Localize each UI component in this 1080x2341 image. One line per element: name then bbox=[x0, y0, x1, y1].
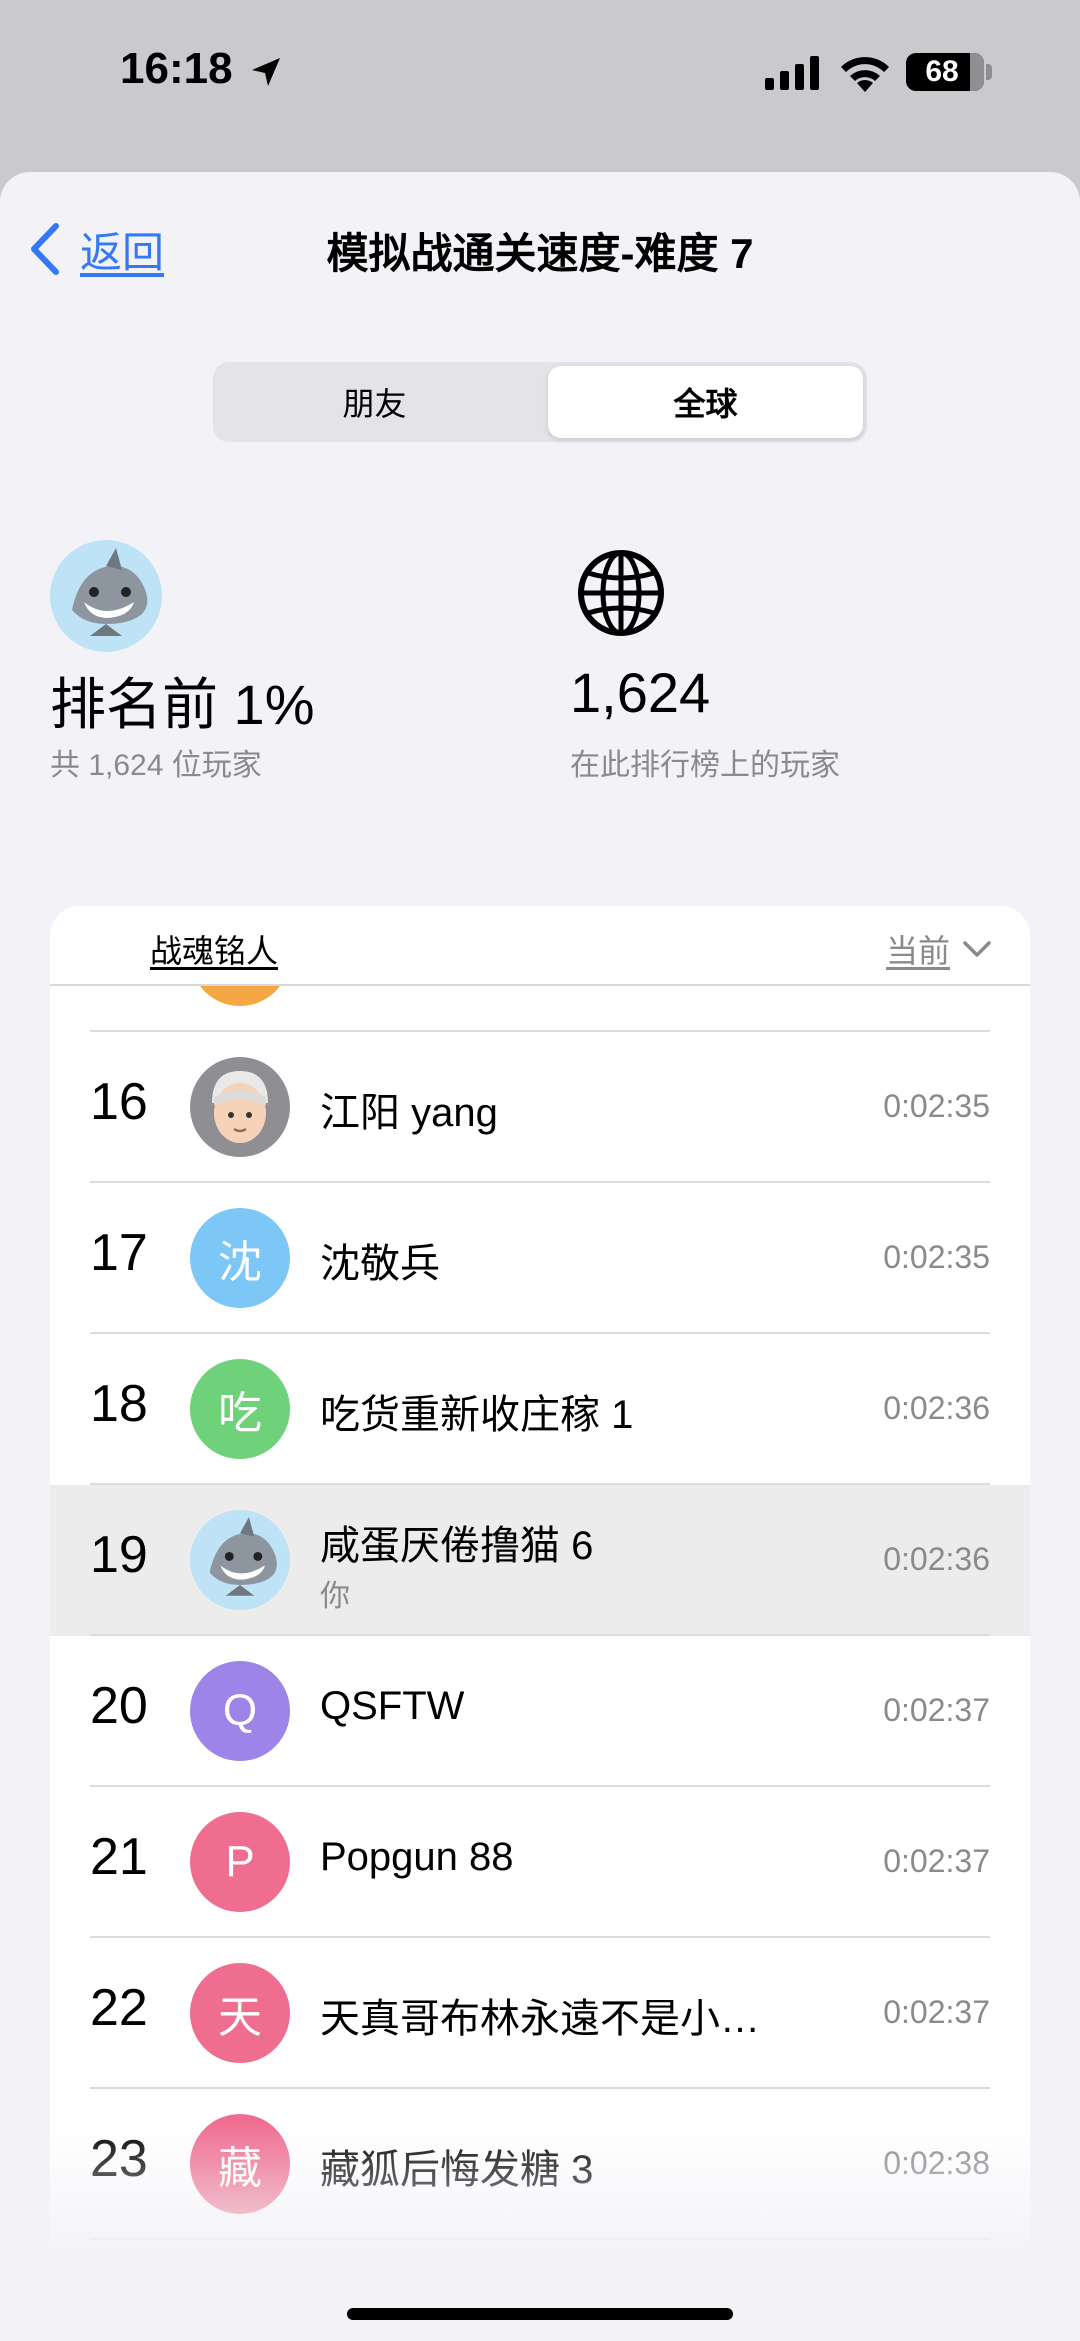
rank-percentile: 排名前 1% bbox=[50, 673, 315, 736]
row-rank: 16 bbox=[90, 1073, 148, 1131]
leaderboard-row[interactable]: 23 藏 藏狐后悔发糖 3 0:02:38 bbox=[50, 2089, 1030, 2240]
avatar-initial: 吃 bbox=[218, 1389, 262, 1438]
avatar-initial: P bbox=[225, 1837, 255, 1886]
row-rank: 17 bbox=[90, 1224, 148, 1282]
row-rank: 18 bbox=[90, 1375, 148, 1433]
player-time: 0:02:35 bbox=[883, 1239, 990, 1275]
location-arrow-icon bbox=[252, 58, 280, 86]
battery-cap bbox=[986, 64, 992, 80]
leaderboard-row-current-player[interactable]: 19 咸蛋厌倦撸猫 6 你 0:02:36 bbox=[50, 1485, 1030, 1636]
row-rank: 22 bbox=[90, 1979, 148, 2037]
shark-avatar-icon bbox=[209, 1517, 277, 1596]
scope-segmented-control: 朋友 全球 bbox=[213, 362, 867, 442]
leaderboard-row[interactable]: 21 P Popgun 88 0:02:37 bbox=[50, 1787, 1030, 1938]
status-bar: 16:18 68 bbox=[0, 0, 1080, 150]
time-filter-label: 当前 bbox=[885, 933, 950, 969]
page-title: 模拟战通关速度-难度 7 bbox=[326, 230, 754, 277]
player-avatar: 吃 bbox=[190, 1359, 290, 1459]
battery-icon: 68 bbox=[906, 53, 984, 91]
navigation-bar: 返回 模拟战通关速度-难度 7 bbox=[0, 172, 1080, 312]
player-avatar: 天 bbox=[190, 1963, 290, 2063]
player-name: Popgun 88 bbox=[320, 1835, 514, 1879]
avatar-initial: 藏 bbox=[218, 2144, 262, 2193]
leaderboard-row[interactable]: 18 吃 吃货重新收庄稼 1 0:02:36 bbox=[50, 1334, 1030, 1485]
player-time: 0:02:36 bbox=[883, 1541, 990, 1577]
time-filter-button[interactable]: 当前 bbox=[886, 926, 992, 972]
cellular-signal-icon bbox=[765, 56, 819, 90]
player-avatar: 沈 bbox=[190, 1208, 290, 1308]
avatar-initial: 沈 bbox=[218, 1238, 262, 1287]
player-time: 0:02:37 bbox=[883, 1843, 990, 1879]
row-rank: 23 bbox=[90, 2130, 148, 2188]
leaderboard-row[interactable]: 16 江阳 yang 0:02:35 bbox=[50, 1032, 1030, 1183]
player-name: 咸蛋厌倦撸猫 6 bbox=[320, 1524, 594, 1568]
status-time: 16:18 bbox=[120, 44, 233, 93]
leaderboard-row[interactable]: 17 沈 沈敬兵 0:02:35 bbox=[50, 1183, 1030, 1334]
player-count-label: 在此排行榜上的玩家 bbox=[570, 749, 840, 782]
player-avatar: P bbox=[190, 1812, 290, 1912]
globe-icon bbox=[578, 550, 664, 636]
leaderboard-list: 战魂铭人 当前 15鳄鳄鱼来上课 20:02:3516江阳 yang0:02:3… bbox=[50, 906, 1030, 2341]
player-avatar bbox=[190, 1057, 290, 1157]
game-title-link[interactable]: 战魂铭人 bbox=[150, 926, 278, 972]
player-avatar: Q bbox=[190, 1661, 290, 1761]
player-avatar: 藏 bbox=[190, 2114, 290, 2214]
player-name: 江阳 yang bbox=[320, 1091, 498, 1135]
wifi-icon bbox=[841, 57, 889, 92]
chevron-down-icon bbox=[963, 941, 991, 957]
rank-total-players: 共 1,624 位玩家 bbox=[50, 749, 262, 782]
row-separator bbox=[90, 2238, 990, 2240]
memoji-avatar-icon bbox=[212, 1071, 268, 1143]
you-label: 你 bbox=[320, 1580, 350, 1613]
player-count: 1,624 bbox=[570, 661, 711, 724]
player-name: 吃货重新收庄稼 1 bbox=[320, 1393, 634, 1437]
stats-summary: 排名前 1% 共 1,624 位玩家 1,624 在此排行榜上的玩家 bbox=[0, 540, 1080, 790]
player-time: 0:02:37 bbox=[883, 1994, 990, 2030]
leaderboard-rows: 15鳄鳄鱼来上课 20:02:3516江阳 yang0:02:3517沈沈敬兵0… bbox=[50, 906, 1030, 2341]
row-rank: 20 bbox=[90, 1677, 148, 1735]
player-avatar bbox=[190, 1510, 290, 1610]
my-avatar bbox=[50, 540, 162, 652]
player-time: 0:02:36 bbox=[883, 1390, 990, 1426]
player-time: 0:02:38 bbox=[883, 2145, 990, 2181]
player-time: 0:02:35 bbox=[883, 1088, 990, 1124]
player-time: 0:02:37 bbox=[883, 1692, 990, 1728]
home-indicator[interactable] bbox=[347, 2308, 733, 2320]
segment-friends[interactable]: 朋友 bbox=[217, 366, 532, 438]
player-name: QSFTW bbox=[320, 1684, 465, 1728]
row-rank: 21 bbox=[90, 1828, 148, 1886]
segment-global[interactable]: 全球 bbox=[548, 366, 863, 438]
shark-avatar-icon bbox=[72, 548, 148, 636]
player-name: 沈敬兵 bbox=[320, 1242, 440, 1286]
avatar-initial: Q bbox=[222, 1686, 258, 1735]
player-name: 藏狐后悔发糖 3 bbox=[320, 2148, 594, 2192]
leaderboard-row[interactable]: 20 Q QSFTW 0:02:37 bbox=[50, 1636, 1030, 1787]
leaderboard-row[interactable]: 22 天 天真哥布林永遠不是小… 0:02:37 bbox=[50, 1938, 1030, 2089]
avatar-initial: 天 bbox=[218, 1993, 262, 2042]
battery-level: 68 bbox=[925, 55, 959, 88]
player-name: 天真哥布林永遠不是小… bbox=[320, 1997, 760, 2041]
leaderboard-sheet: 返回 模拟战通关速度-难度 7 朋友 全球 排名前 1% 共 1,624 位玩家 bbox=[0, 172, 1080, 2341]
row-rank: 19 bbox=[90, 1526, 148, 1584]
leaderboard-header: 战魂铭人 当前 bbox=[50, 906, 1030, 986]
